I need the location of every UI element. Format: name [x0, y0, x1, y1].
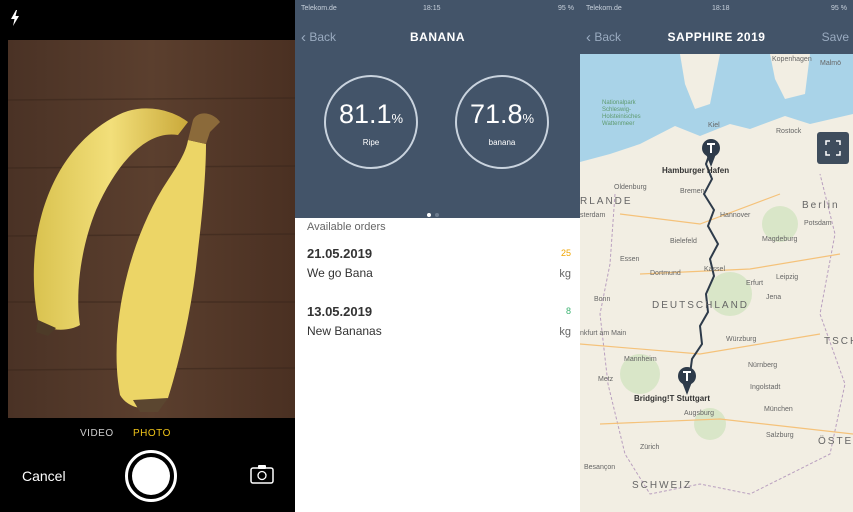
- map-label: Essen: [620, 256, 640, 263]
- map-label: Kopenhagen: [772, 56, 812, 63]
- gauge-label: banana: [488, 138, 516, 147]
- map-label: Erfurt: [746, 280, 764, 287]
- map-pin-icon[interactable]: [677, 366, 697, 396]
- order-date: 13.05.2019: [307, 304, 373, 319]
- expand-map-icon: [825, 140, 841, 156]
- route-map-panel: Telekom.de 18:18 95 % ‹ Back SAPPHIRE 20…: [580, 0, 853, 512]
- route-end-label: Bridging!T Stuttgart: [634, 394, 710, 403]
- camera-mode-selector[interactable]: VIDEO PHOTO: [0, 428, 295, 442]
- status-carrier: Telekom.de: [586, 5, 622, 12]
- shutter-inner: [132, 457, 170, 495]
- map-label: Bremen: [680, 188, 705, 195]
- banana-photo: [8, 40, 295, 418]
- map-label: ÖSTE: [818, 436, 853, 447]
- order-unit: kg: [559, 268, 571, 280]
- camera-top-bar: [0, 0, 295, 40]
- map-label: Potsdam: [804, 220, 832, 227]
- map-label: Nationalpark Schleswig-Holsteinisches Wa…: [602, 100, 641, 127]
- map-label: Zürich: [640, 444, 660, 451]
- order-unit: kg: [559, 326, 571, 338]
- gauge-number: 71.8: [469, 99, 523, 129]
- map-label: Leipzig: [776, 274, 799, 281]
- banana-detail-panel: Telekom.de 18:15 95 % ‹ Back BANANA 81.1…: [295, 0, 580, 512]
- order-quantity: 8: [565, 306, 571, 316]
- map-label: Rostock: [776, 128, 802, 135]
- map-label: RLANDE: [580, 196, 633, 207]
- map-label: Nürnberg: [748, 362, 778, 369]
- page-title: BANANA: [410, 30, 465, 44]
- map-label: sterdam: [580, 212, 606, 219]
- map-label: Bonn: [594, 296, 611, 303]
- map-label: Würzburg: [726, 336, 757, 343]
- flip-camera-icon[interactable]: [250, 464, 274, 484]
- ripe-gauge: 81.1% Ripe: [324, 75, 418, 169]
- save-button[interactable]: Save: [822, 30, 849, 44]
- order-row[interactable]: 13.05.2019 New Bananas 8 kg: [307, 304, 571, 344]
- status-carrier: Telekom.de: [301, 5, 337, 12]
- status-time: 18:15: [423, 5, 441, 12]
- map-label: Oldenburg: [614, 184, 647, 191]
- page-title: SAPPHIRE 2019: [667, 30, 766, 44]
- map-label: Metz: [598, 376, 614, 383]
- mode-video[interactable]: VIDEO: [80, 428, 114, 439]
- map-label: nkfurt am Main: [580, 330, 627, 337]
- page-indicator[interactable]: [425, 204, 441, 222]
- map-label: Mannheim: [624, 356, 657, 363]
- mode-photo[interactable]: PHOTO: [133, 428, 171, 439]
- status-time: 18:18: [712, 5, 730, 12]
- map-pin-icon[interactable]: [701, 138, 721, 168]
- available-orders-heading: Available orders: [307, 221, 386, 233]
- map-label: Hannover: [720, 212, 751, 219]
- map-label: Magdeburg: [762, 236, 798, 243]
- order-date: 21.05.2019: [307, 246, 373, 261]
- shutter-button[interactable]: [125, 450, 177, 502]
- gauge-value: 71.8%: [457, 99, 547, 134]
- map-label: Bielefeld: [670, 238, 697, 245]
- order-name: We go Bana: [307, 266, 373, 280]
- expand-map-button[interactable]: [817, 132, 849, 164]
- status-battery: 95 %: [831, 5, 847, 12]
- gauge-number: 81.1: [338, 99, 392, 129]
- gauge-unit: %: [391, 111, 404, 126]
- status-battery: 95 %: [558, 5, 574, 12]
- banana-gauge: 71.8% banana: [455, 75, 549, 169]
- map-header: Telekom.de 18:18 95 % ‹ Back SAPPHIRE 20…: [580, 0, 853, 54]
- map-label: Salzburg: [766, 432, 794, 439]
- map-label: DEUTSCHLAND: [652, 300, 750, 311]
- order-row[interactable]: 21.05.2019 We go Bana 25 kg: [307, 246, 571, 286]
- map-label: Dortmund: [650, 270, 681, 277]
- flash-icon[interactable]: [10, 10, 20, 26]
- map-label: Augsburg: [684, 410, 714, 417]
- map-label: München: [764, 406, 793, 413]
- gauge-value: 81.1%: [326, 99, 416, 134]
- map-label: Ingolstadt: [750, 384, 781, 391]
- page-dot-active: [427, 213, 431, 217]
- order-quantity: 25: [560, 248, 571, 258]
- map-label: SCHWEIZ: [632, 480, 693, 491]
- gauge-label: Ripe: [362, 138, 380, 147]
- camera-panel: VIDEO PHOTO Cancel: [0, 0, 295, 512]
- page-dot: [435, 213, 439, 217]
- gauge-unit: %: [522, 111, 535, 126]
- order-name: New Bananas: [307, 324, 382, 338]
- map-label: Besançon: [584, 464, 616, 471]
- map-label: Jena: [766, 294, 782, 301]
- map-label: Kassel: [704, 266, 726, 273]
- cancel-button[interactable]: Cancel: [22, 468, 66, 484]
- camera-viewfinder: [8, 40, 295, 418]
- map-label: Kiel: [708, 122, 720, 129]
- map-label: Berlin: [802, 200, 840, 211]
- map-label: Malmö: [820, 60, 842, 67]
- map-label: TSCH: [824, 336, 853, 347]
- detail-header: Telekom.de 18:15 95 % ‹ Back BANANA 81.1…: [295, 0, 580, 218]
